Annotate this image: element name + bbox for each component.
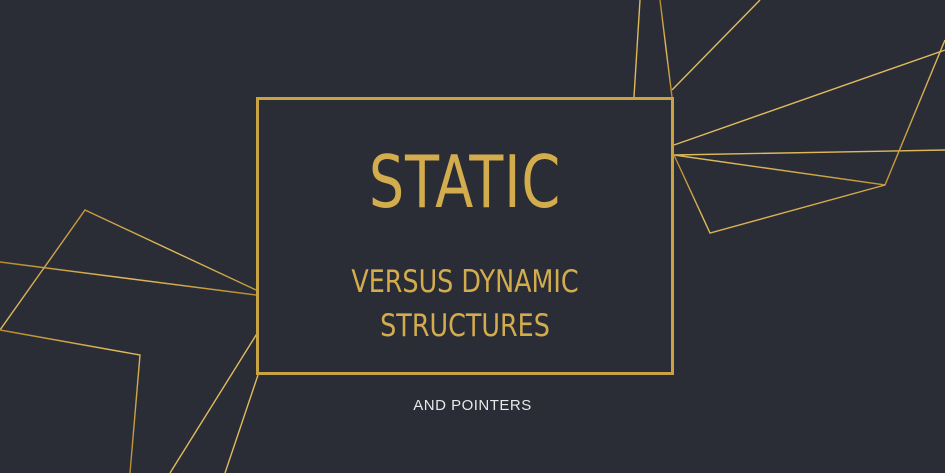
subtitle-line-1: VERSUS DYNAMIC: [351, 264, 579, 300]
title: STATIC: [368, 140, 562, 224]
title-frame: STATIC VERSUS DYNAMIC STRUCTURES: [256, 97, 674, 375]
tagline: AND POINTERS: [413, 397, 532, 414]
subtitle: VERSUS DYNAMIC STRUCTURES: [296, 260, 634, 348]
banner: STATIC VERSUS DYNAMIC STRUCTURES AND POI…: [0, 0, 945, 473]
subtitle-line-2: STRUCTURES: [380, 308, 550, 344]
